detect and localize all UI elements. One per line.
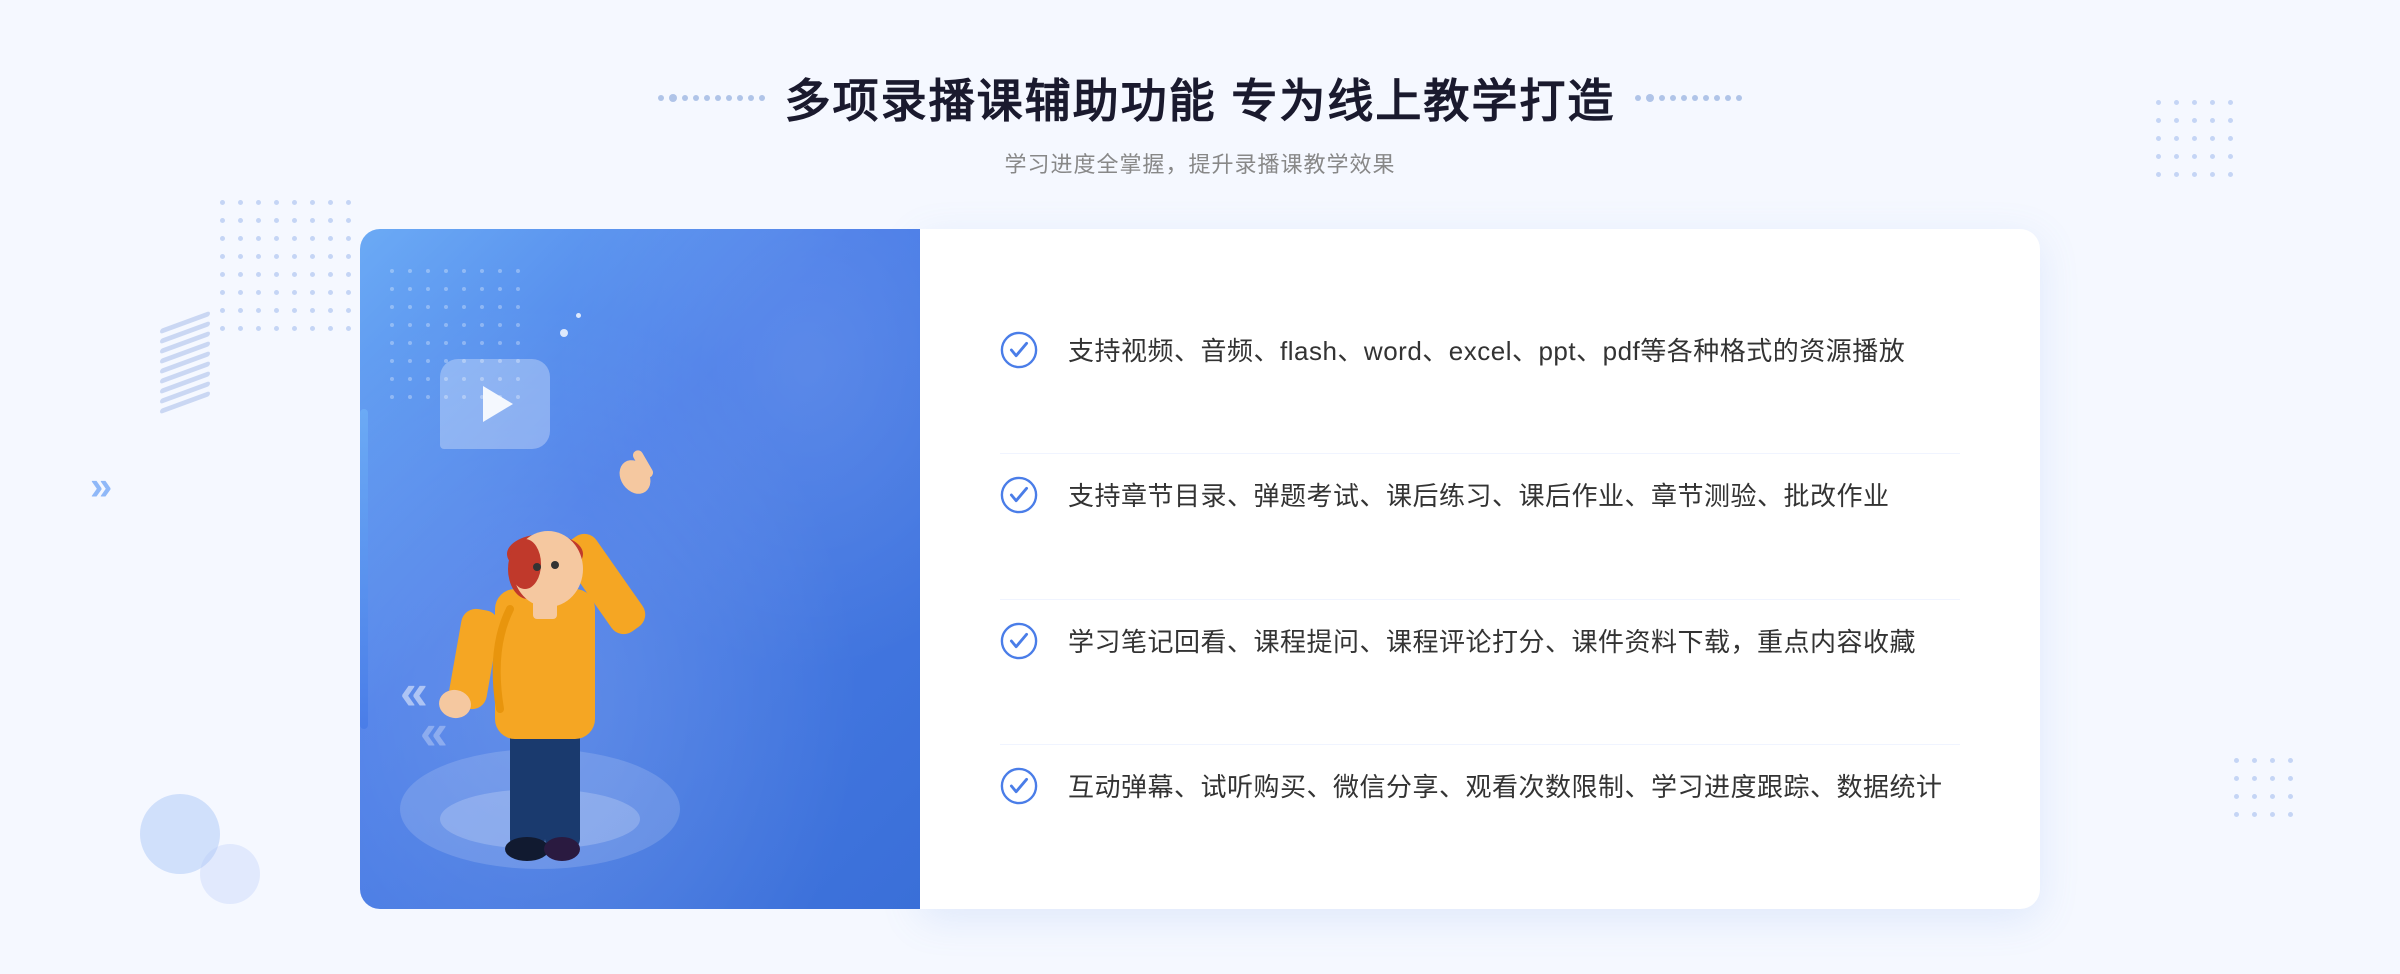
- person-illustration: « «: [370, 329, 710, 909]
- feature-item-3: 学习笔记回看、课程提问、课程评论打分、课件资料下载，重点内容收藏: [1000, 599, 1960, 684]
- feature-text-2: 支持章节目录、弹题考试、课后练习、课后作业、章节测验、批改作业: [1068, 474, 1890, 518]
- feature-text-3: 学习笔记回看、课程提问、课程评论打分、课件资料下载，重点内容收藏: [1068, 620, 1916, 664]
- check-icon-4: [1000, 767, 1038, 805]
- dot-pattern-right: [2156, 100, 2240, 184]
- page-subtitle: 学习进度全掌握，提升录播课教学效果: [658, 147, 1743, 179]
- chevron-left-deco: »: [90, 465, 112, 510]
- page-wrapper: (function(){ const dp = document.querySe…: [0, 0, 2400, 974]
- feature-item-4: 互动弹幕、试听购买、微信分享、观看次数限制、学习进度跟踪、数据统计: [1000, 744, 1960, 829]
- features-panel: 支持视频、音频、flash、word、excel、ppt、pdf等各种格式的资源…: [920, 229, 2040, 909]
- deco-stripes: [160, 311, 210, 419]
- deco-circle-light: [200, 844, 260, 904]
- check-icon-1: [1000, 331, 1038, 369]
- header-title-row: 多项录播课辅助功能 专为线上教学打造: [658, 65, 1743, 131]
- check-icon-3: [1000, 622, 1038, 660]
- header-deco-right: [1635, 94, 1742, 102]
- feature-text-4: 互动弹幕、试听购买、微信分享、观看次数限制、学习进度跟踪、数据统计: [1068, 765, 1943, 809]
- illustration-card: « «: [360, 229, 920, 909]
- dot-pattern-left: (function(){ const dp = document.querySe…: [220, 200, 358, 338]
- accent-bar: [360, 409, 368, 729]
- feature-item-1: 支持视频、音频、flash、word、excel、ppt、pdf等各种格式的资源…: [1000, 309, 1960, 393]
- feature-text-1: 支持视频、音频、flash、word、excel、ppt、pdf等各种格式的资源…: [1068, 329, 1905, 373]
- main-content: « «: [360, 229, 2040, 909]
- header-deco-left: [658, 94, 765, 102]
- dot-pattern-right2: [2234, 758, 2300, 824]
- feature-item-2: 支持章节目录、弹题考试、课后练习、课后作业、章节测验、批改作业: [1000, 453, 1960, 538]
- page-title: 多项录播课辅助功能 专为线上教学打造: [785, 65, 1616, 131]
- header-section: 多项录播课辅助功能 专为线上教学打造 学习进度全掌握，提升录播课教学效果: [658, 65, 1743, 179]
- check-icon-2: [1000, 476, 1038, 514]
